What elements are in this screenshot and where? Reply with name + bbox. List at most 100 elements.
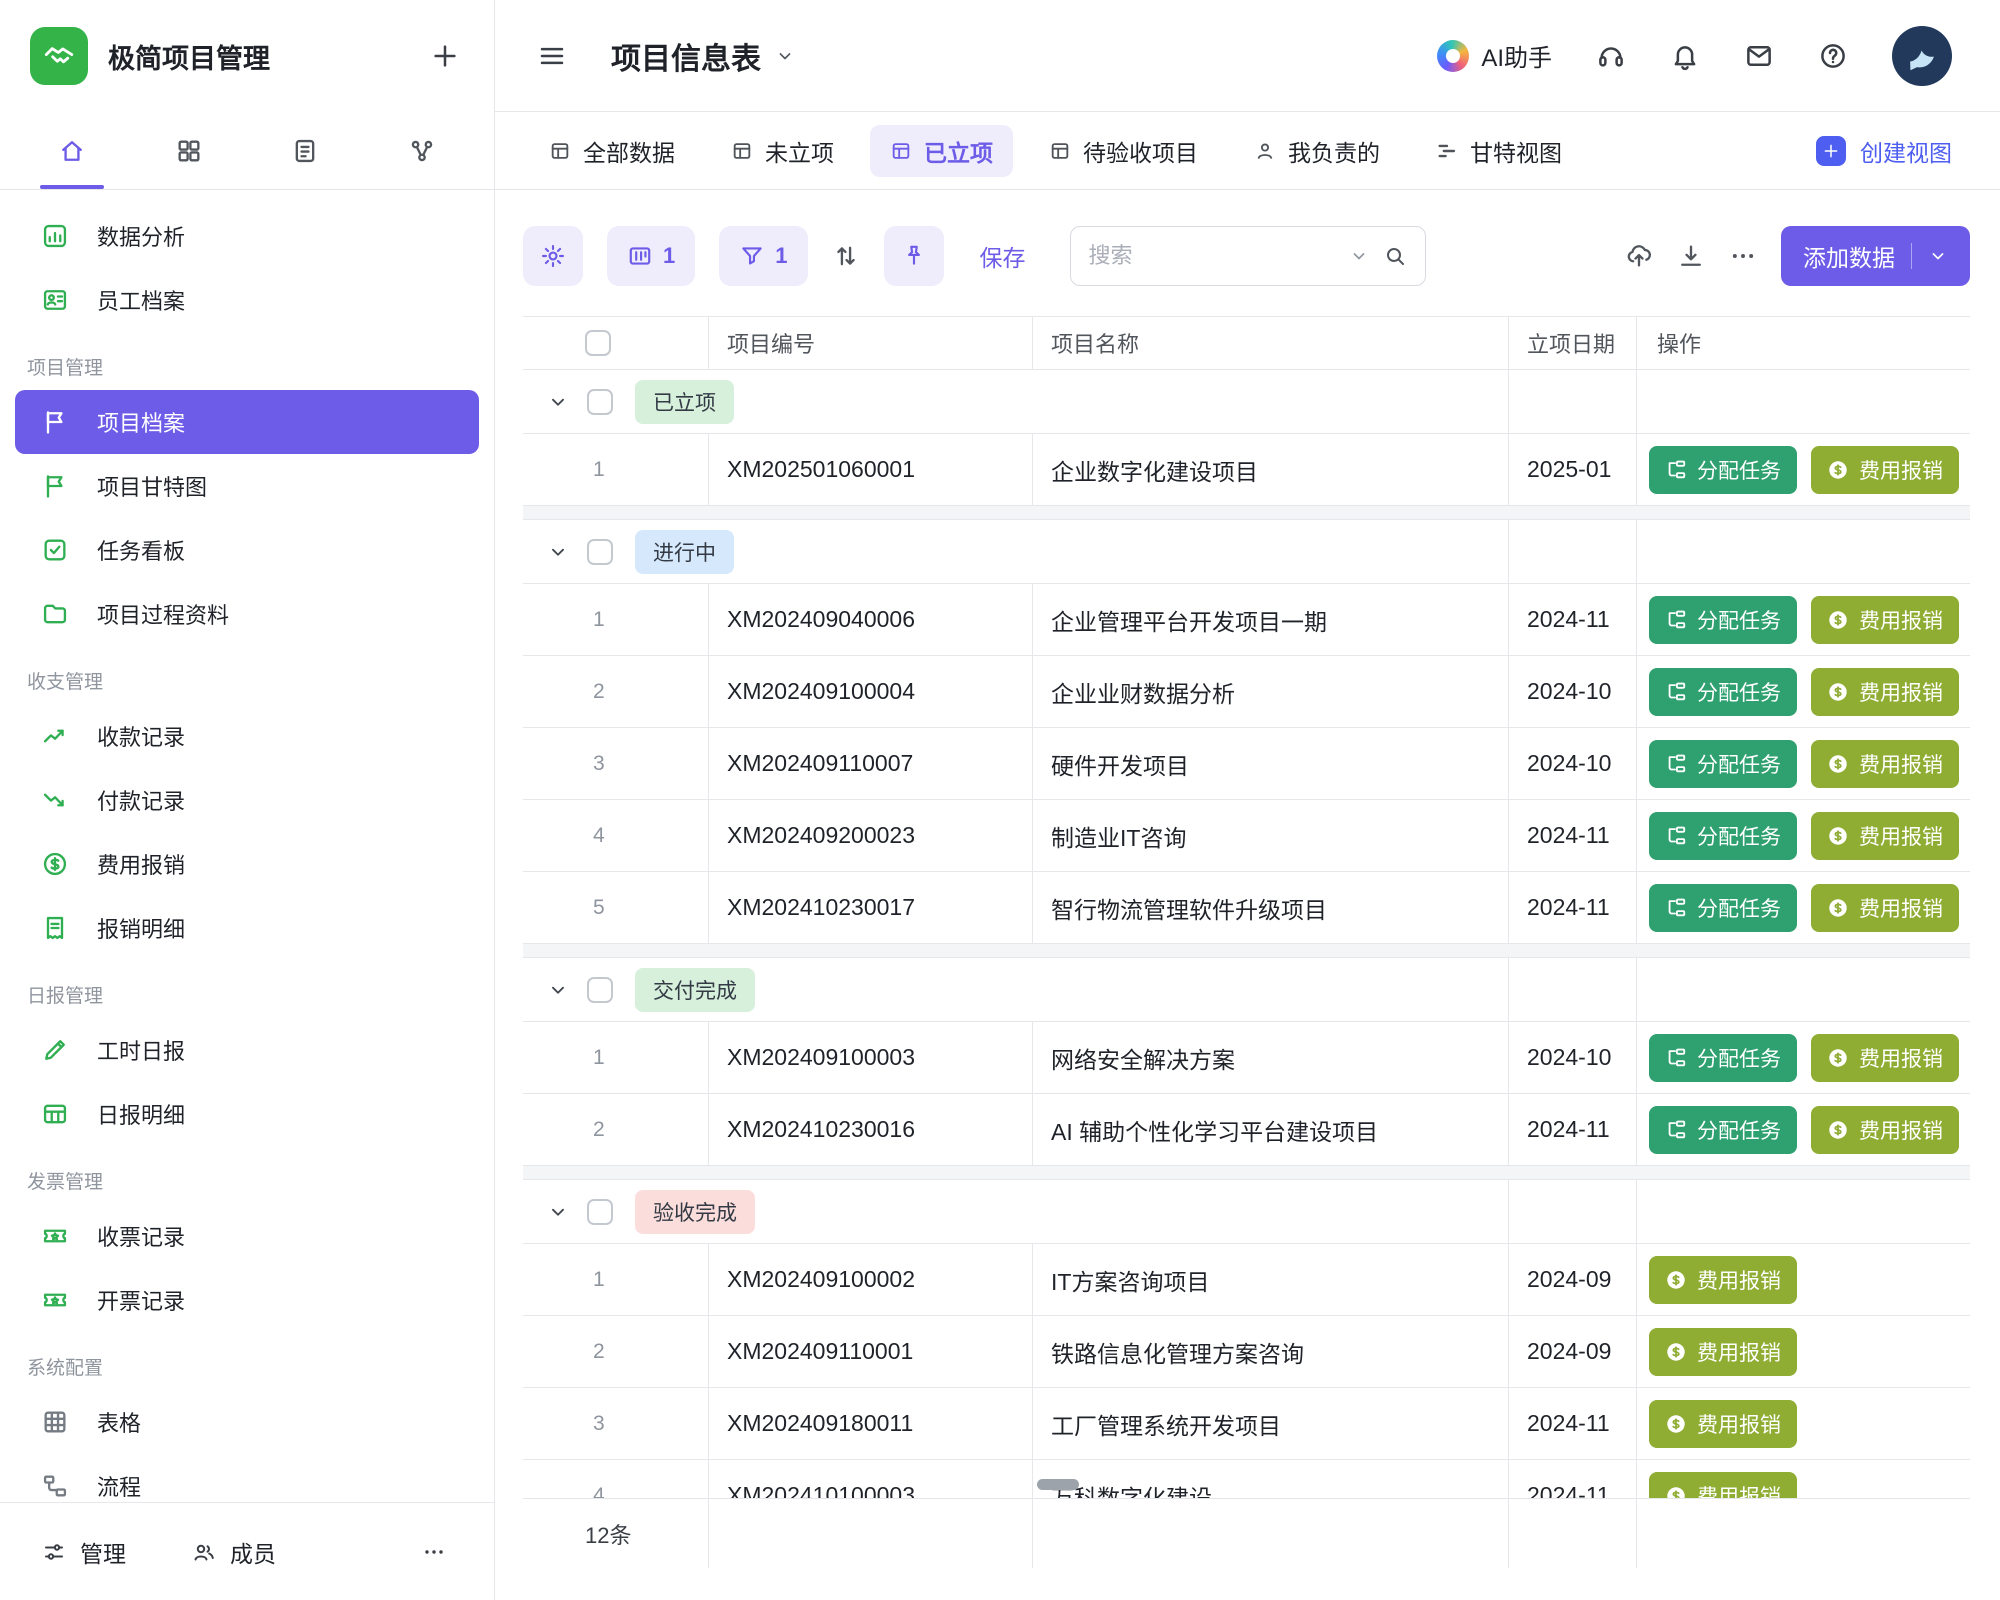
sidebar-item[interactable]: 费用报销 — [15, 832, 479, 896]
expense-report-button[interactable]: 费用报销 — [1811, 812, 1959, 860]
table-row[interactable]: 2XM202409100004企业业财数据分析2024-10分配任务费用报销 — [523, 656, 1970, 728]
expense-report-button[interactable]: 费用报销 — [1811, 1106, 1959, 1154]
manage-button[interactable]: 管理 — [42, 1535, 126, 1569]
project-code[interactable]: XM202501060001 — [709, 434, 1033, 505]
title-dropdown-icon[interactable] — [775, 46, 795, 66]
assign-task-button[interactable]: 分配任务 — [1649, 1034, 1797, 1082]
expense-report-button[interactable]: 费用报销 — [1811, 1034, 1959, 1082]
assign-task-button[interactable]: 分配任务 — [1649, 668, 1797, 716]
import-icon[interactable] — [1625, 242, 1653, 270]
project-code[interactable]: XM202409100003 — [709, 1022, 1033, 1093]
sidebar-more-icon[interactable] — [422, 1540, 446, 1564]
view-tab[interactable]: 我负责的 — [1234, 125, 1400, 177]
assign-task-button[interactable]: 分配任务 — [1649, 812, 1797, 860]
project-code[interactable]: XM202409100004 — [709, 656, 1033, 727]
fields-config-button[interactable]: 1 — [607, 226, 695, 286]
more-actions-icon[interactable] — [1729, 242, 1757, 270]
filter-button[interactable]: 1 — [719, 226, 807, 286]
assign-task-button[interactable]: 分配任务 — [1649, 1106, 1797, 1154]
group-checkbox[interactable] — [587, 977, 613, 1003]
sidebar-item[interactable]: 报销明细 — [15, 896, 479, 960]
view-tab[interactable]: 甘特视图 — [1416, 125, 1582, 177]
project-code[interactable]: XM202409200023 — [709, 800, 1033, 871]
project-name[interactable]: 智行物流管理软件升级项目 — [1033, 872, 1509, 943]
expense-report-button[interactable]: 费用报销 — [1649, 1256, 1797, 1304]
project-date[interactable]: 2024-11 — [1509, 1094, 1637, 1165]
create-view-button[interactable]: 创建视图 — [1816, 134, 1952, 168]
project-code[interactable]: XM202410100003 — [709, 1460, 1033, 1498]
column-header-code[interactable]: 项目编号 — [709, 317, 1033, 369]
column-header-actions[interactable]: 操作 — [1637, 317, 1970, 369]
project-date[interactable]: 2024-11 — [1509, 1460, 1637, 1498]
ai-assistant-button[interactable]: AI助手 — [1437, 38, 1552, 73]
group-checkbox[interactable] — [587, 389, 613, 415]
sidebar-tab-home[interactable] — [14, 112, 131, 189]
table-row[interactable]: 5XM202410230017智行物流管理软件升级项目2024-11分配任务费用… — [523, 872, 1970, 944]
project-name[interactable]: 企业业财数据分析 — [1033, 656, 1509, 727]
sidebar-item[interactable]: 表格 — [15, 1390, 479, 1454]
collapse-group-icon[interactable] — [547, 391, 569, 413]
hamburger-menu-icon[interactable] — [537, 41, 567, 71]
table-row[interactable]: 4XM202410100003万科数字化建设2024-11费用报销 — [523, 1460, 1970, 1498]
search-icon[interactable] — [1383, 244, 1407, 268]
sidebar-tab-apps[interactable] — [131, 112, 248, 189]
add-app-button[interactable] — [430, 41, 460, 71]
sidebar-item[interactable]: 项目过程资料 — [15, 582, 479, 646]
pin-button[interactable] — [884, 226, 944, 286]
assign-task-button[interactable]: 分配任务 — [1649, 740, 1797, 788]
collapse-group-icon[interactable] — [547, 1201, 569, 1223]
table-row[interactable]: 4XM202409200023制造业IT咨询2024-11分配任务费用报销 — [523, 800, 1970, 872]
project-date[interactable]: 2024-11 — [1509, 872, 1637, 943]
collapse-group-icon[interactable] — [547, 979, 569, 1001]
expense-report-button[interactable]: 费用报销 — [1811, 884, 1959, 932]
members-button[interactable]: 成员 — [192, 1535, 276, 1569]
project-date[interactable]: 2024-11 — [1509, 584, 1637, 655]
search-box[interactable] — [1070, 226, 1426, 286]
table-row[interactable]: 1XM202409100002IT方案咨询项目2024-09费用报销 — [523, 1244, 1970, 1316]
add-data-dropdown-icon[interactable] — [1928, 246, 1948, 266]
group-checkbox[interactable] — [587, 1199, 613, 1225]
table-row[interactable]: 3XM202409110007硬件开发项目2024-10分配任务费用报销 — [523, 728, 1970, 800]
project-name[interactable]: 硬件开发项目 — [1033, 728, 1509, 799]
sidebar-tab-docs[interactable] — [247, 112, 364, 189]
table-row[interactable]: 2XM202410230016AI 辅助个性化学习平台建设项目2024-11分配… — [523, 1094, 1970, 1166]
expense-report-button[interactable]: 费用报销 — [1811, 596, 1959, 644]
project-code[interactable]: XM202409100002 — [709, 1244, 1033, 1315]
project-name[interactable]: 企业管理平台开发项目一期 — [1033, 584, 1509, 655]
save-button[interactable]: 保存 — [980, 239, 1026, 273]
project-name[interactable]: AI 辅助个性化学习平台建设项目 — [1033, 1094, 1509, 1165]
project-name[interactable]: 万科数字化建设 — [1033, 1460, 1509, 1498]
project-date[interactable]: 2024-09 — [1509, 1316, 1637, 1387]
search-scope-dropdown-icon[interactable] — [1349, 246, 1369, 266]
project-name[interactable]: 企业数字化建设项目 — [1033, 434, 1509, 505]
expense-report-button[interactable]: 费用报销 — [1811, 740, 1959, 788]
sidebar-item[interactable]: 员工档案 — [15, 268, 479, 332]
sidebar-item[interactable]: 收款记录 — [15, 704, 479, 768]
collapse-group-icon[interactable] — [547, 541, 569, 563]
project-code[interactable]: XM202409180011 — [709, 1388, 1033, 1459]
search-input[interactable] — [1089, 243, 1335, 269]
sidebar-item[interactable]: 开票记录 — [15, 1268, 479, 1332]
project-code[interactable]: XM202410230016 — [709, 1094, 1033, 1165]
column-header-date[interactable]: 立项日期 — [1509, 317, 1637, 369]
inbox-icon[interactable] — [1744, 41, 1774, 71]
sidebar-item[interactable]: 收票记录 — [15, 1204, 479, 1268]
project-date[interactable]: 2024-11 — [1509, 1388, 1637, 1459]
sidebar-item[interactable]: 工时日报 — [15, 1018, 479, 1082]
sidebar-item[interactable]: 流程 — [15, 1454, 479, 1502]
export-icon[interactable] — [1677, 242, 1705, 270]
table-row[interactable]: 3XM202409180011工厂管理系统开发项目2024-11费用报销 — [523, 1388, 1970, 1460]
table-row[interactable]: 1XM202409100003网络安全解决方案2024-10分配任务费用报销 — [523, 1022, 1970, 1094]
expense-report-button[interactable]: 费用报销 — [1811, 668, 1959, 716]
table-row[interactable]: 2XM202409110001铁路信息化管理方案咨询2024-09费用报销 — [523, 1316, 1970, 1388]
column-header-name[interactable]: 项目名称 — [1033, 317, 1509, 369]
sort-button[interactable] — [832, 242, 860, 270]
project-name[interactable]: IT方案咨询项目 — [1033, 1244, 1509, 1315]
expense-report-button[interactable]: 费用报销 — [1811, 446, 1959, 494]
project-code[interactable]: XM202409040006 — [709, 584, 1033, 655]
sidebar-item[interactable]: 项目档案 — [15, 390, 479, 454]
expense-report-button[interactable]: 费用报销 — [1649, 1472, 1797, 1499]
avatar[interactable] — [1892, 26, 1952, 86]
horizontal-scrollbar-thumb[interactable] — [1037, 1479, 1079, 1490]
view-tab[interactable]: 全部数据 — [529, 125, 695, 177]
